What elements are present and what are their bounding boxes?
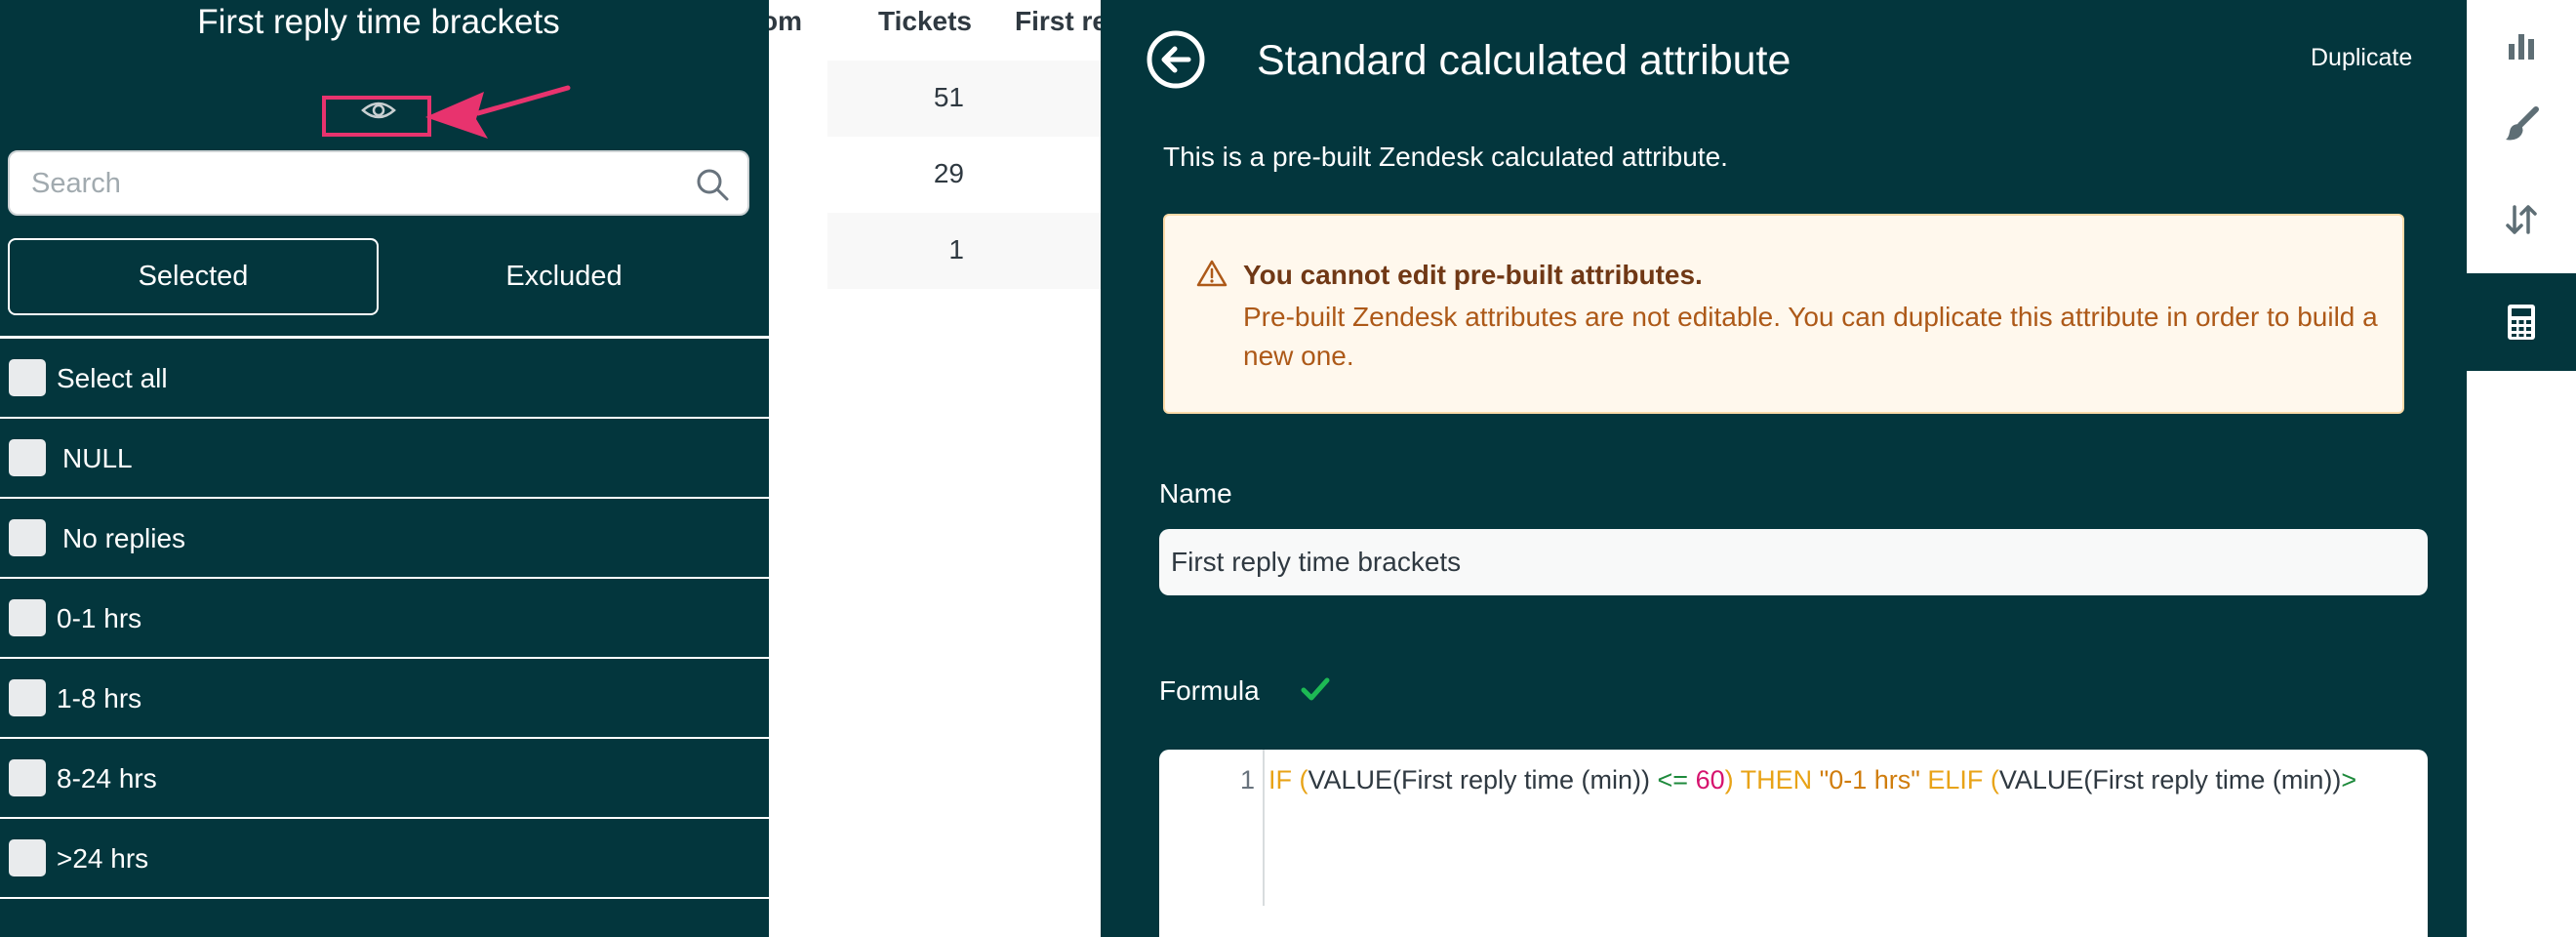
tab-excluded[interactable]: Excluded [379,238,749,315]
formula-token: ELIF ( [1919,765,1999,794]
name-field[interactable] [1159,529,2428,595]
formula-code-line[interactable]: IF (VALUE(First reply time (min)) <= 60)… [1268,765,2356,795]
check-icon [1301,677,1330,701]
table-row: 1 [827,213,1101,289]
filter-item-label: NULL [62,443,133,473]
column-header[interactable]: om [769,6,802,37]
table-cell: 51 [933,82,964,112]
warning-icon [1196,260,1228,287]
column-header-tickets[interactable]: Tickets [878,6,972,37]
filter-item-1-8-hrs[interactable]: 1-8 hrs [0,659,769,739]
tab-selected[interactable]: Selected [8,238,379,315]
checkbox[interactable] [9,359,46,396]
checkbox[interactable] [9,679,46,716]
search-icon[interactable] [695,167,730,202]
filter-item-label: No replies [62,523,186,553]
back-arrow-icon[interactable] [1146,29,1206,90]
report-table: om Tickets First re 51 29 1 [769,0,1101,937]
highlight-annotation-box [322,96,431,137]
formula-token [1688,765,1696,794]
pointer-arrow-annotation [425,85,571,139]
paintbrush-icon [2506,106,2539,141]
filter-item-select-all[interactable]: Select all [0,339,769,419]
formula-editor[interactable]: 1 IF (VALUE(First reply time (min)) <= 6… [1159,750,2428,937]
checkbox[interactable] [9,439,46,476]
line-number: 1 [1239,765,1255,794]
filter-item-label: Select all [57,363,168,393]
filter-item-over-24-hrs[interactable]: >24 hrs [0,819,769,899]
formula-token: 60 [1695,765,1725,794]
formula-token: > [2341,765,2357,794]
attribute-description: This is a pre-built Zendesk calculated a… [1163,142,1728,172]
filter-item-label: 8-24 hrs [57,763,157,794]
formula-token: VALUE(First reply time (min)) [1308,765,1658,794]
warning-alert: You cannot edit pre-built attributes. Pr… [1163,214,2404,414]
column-header-first-reply[interactable]: First re [1015,6,1101,37]
name-label: Name [1159,478,1232,509]
attribute-editor-panel: Standard calculated attribute Duplicate … [1101,0,2467,937]
checkbox[interactable] [9,839,46,876]
search-box[interactable] [8,150,749,216]
calculator-icon [2508,305,2535,340]
filter-list: Select all NULL No replies 0-1 hrs 1-8 h… [0,336,769,899]
formula-token: ) THEN [1724,765,1820,794]
checkbox[interactable] [9,759,46,796]
search-input[interactable] [31,162,675,205]
right-toolbar [2467,0,2576,937]
formula-token: IF ( [1268,765,1308,794]
checkbox[interactable] [9,519,46,556]
table-cell: 1 [948,234,964,265]
filter-item-8-24-hrs[interactable]: 8-24 hrs [0,739,769,819]
table-row: 51 [827,61,1101,137]
table-row: 29 [827,137,1101,213]
sort-button[interactable] [2467,174,2576,265]
filter-item-0-1-hrs[interactable]: 0-1 hrs [0,579,769,659]
sort-arrows-icon [2506,205,2537,234]
filter-item-no-replies[interactable]: No replies [0,499,769,579]
page-title: Standard calculated attribute [1257,37,1791,84]
filter-item-label: 0-1 hrs [57,603,142,633]
filter-panel: First reply time brackets Selected Exclu… [0,0,769,937]
formula-token: <= [1657,765,1689,794]
checkbox[interactable] [9,599,46,636]
formula-label: Formula [1159,675,1260,706]
table-cell: 29 [933,158,964,188]
bar-chart-icon [2509,34,2534,60]
filter-item-label: >24 hrs [57,843,149,874]
calculations-button[interactable] [2467,273,2576,371]
warning-heading: You cannot edit pre-built attributes. [1243,260,1703,290]
filter-panel-title: First reply time brackets [197,3,560,41]
filter-item-null[interactable]: NULL [0,419,769,499]
line-number-gutter: 1 [1159,750,1265,906]
filter-item-label: 1-8 hrs [57,683,142,713]
formula-token: "0-1 hrs" [1819,765,1920,794]
formula-token: VALUE(First reply time (min)) [1998,765,2342,794]
format-button[interactable] [2467,78,2576,170]
warning-text: Pre-built Zendesk attributes are not edi… [1243,302,2378,371]
duplicate-button[interactable]: Duplicate [2311,44,2412,72]
